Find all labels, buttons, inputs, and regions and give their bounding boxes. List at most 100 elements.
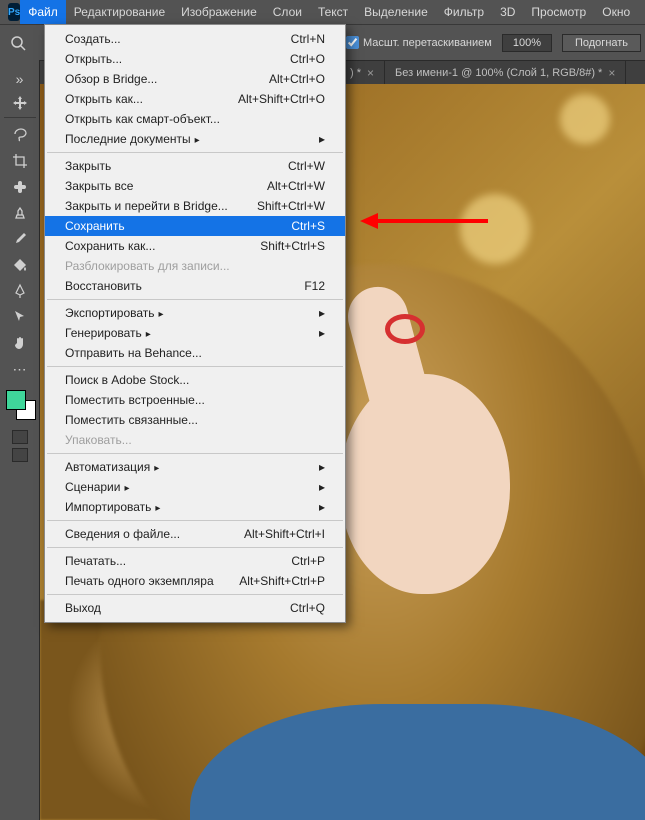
menu-item-label: Открыть как смарт-объект... bbox=[65, 112, 220, 126]
menu-item-label: Экспортировать bbox=[65, 306, 164, 320]
menu-item[interactable]: Генерировать ▸ bbox=[45, 323, 345, 343]
color-swatches[interactable] bbox=[4, 390, 36, 422]
zoom-value[interactable]: 100% bbox=[502, 34, 552, 52]
path-selection-tool[interactable] bbox=[4, 304, 36, 330]
chevron-right-icon: ▸ bbox=[319, 132, 325, 146]
menu-item-label: Печатать... bbox=[65, 554, 126, 568]
hand-tool[interactable] bbox=[4, 330, 36, 356]
annotation-arrow bbox=[360, 210, 490, 237]
menu-item[interactable]: Печатать...Ctrl+P bbox=[45, 551, 345, 571]
clone-stamp-tool[interactable] bbox=[4, 200, 36, 226]
foreground-color-swatch[interactable] bbox=[6, 390, 26, 410]
menu-item[interactable]: Печать одного экземпляра Alt+Shift+Ctrl+P bbox=[45, 571, 345, 591]
menu-item-label: Печать одного экземпляра bbox=[65, 574, 214, 588]
menu-separator bbox=[47, 366, 343, 367]
brush-tool[interactable] bbox=[4, 226, 36, 252]
menu-item[interactable]: Создать...Ctrl+N bbox=[45, 29, 345, 49]
doc-tab-1[interactable]: ) * × bbox=[340, 61, 385, 85]
menu-item-shortcut: Shift+Ctrl+S bbox=[260, 239, 325, 253]
doc-tab-2[interactable]: Без имени-1 @ 100% (Слой 1, RGB/8#) * × bbox=[385, 61, 626, 85]
crop-tool[interactable] bbox=[4, 148, 36, 174]
menu-edit[interactable]: Редактирование bbox=[66, 0, 173, 24]
menu-3d[interactable]: 3D bbox=[492, 0, 523, 24]
menu-item-label: Разблокировать для записи... bbox=[65, 259, 230, 273]
menu-item[interactable]: Последние документы ▸ bbox=[45, 129, 345, 149]
menu-item[interactable]: Экспортировать ▸ bbox=[45, 303, 345, 323]
menu-select[interactable]: Выделение bbox=[356, 0, 436, 24]
menu-item-shortcut: Alt+Ctrl+W bbox=[267, 179, 325, 193]
chevron-right-icon: ▸ bbox=[319, 306, 325, 320]
menu-item[interactable]: Открыть как смарт-объект... bbox=[45, 109, 345, 129]
more-tools-icon[interactable]: ⋯ bbox=[4, 356, 36, 382]
close-icon[interactable]: × bbox=[367, 61, 374, 85]
scrubby-zoom-checkbox[interactable]: Масшт. перетаскиванием bbox=[346, 36, 492, 49]
menu-item[interactable]: Сценарии▸ bbox=[45, 477, 345, 497]
app-icon: Ps bbox=[8, 3, 20, 21]
menu-file[interactable]: Файл bbox=[20, 0, 66, 24]
menu-item[interactable]: Открыть как... Alt+Shift+Ctrl+O bbox=[45, 89, 345, 109]
menu-item[interactable]: Поместить связанные... bbox=[45, 410, 345, 430]
menu-layer[interactable]: Слои bbox=[265, 0, 310, 24]
menu-view[interactable]: Просмотр bbox=[523, 0, 594, 24]
menu-item-shortcut: Ctrl+Q bbox=[290, 601, 325, 615]
menu-item-shortcut: Alt+Shift+Ctrl+O bbox=[238, 92, 325, 106]
collapse-icon[interactable]: » bbox=[4, 66, 36, 92]
menu-image[interactable]: Изображение bbox=[173, 0, 265, 24]
pen-tool[interactable] bbox=[4, 278, 36, 304]
menu-type[interactable]: Текст bbox=[310, 0, 356, 24]
doc-tab-2-label: Без имени-1 @ 100% (Слой 1, RGB/8#) * bbox=[395, 61, 602, 85]
screenmode-toggle[interactable] bbox=[12, 448, 28, 462]
menu-item-shortcut: Ctrl+S bbox=[291, 219, 325, 233]
scrubby-zoom-label: Масшт. перетаскиванием bbox=[363, 37, 492, 49]
close-icon[interactable]: × bbox=[608, 61, 615, 85]
fit-screen-button[interactable]: Подогнать bbox=[562, 34, 641, 52]
menu-item-shortcut: Alt+Shift+Ctrl+I bbox=[244, 527, 325, 541]
menu-item-label: Отправить на Behance... bbox=[65, 346, 202, 360]
menu-item-label: Создать... bbox=[65, 32, 121, 46]
menu-item[interactable]: Закрыть и перейти в Bridge...Shift+Ctrl+… bbox=[45, 196, 345, 216]
menu-item[interactable]: Сохранить как...Shift+Ctrl+S bbox=[45, 236, 345, 256]
menu-item[interactable]: Сведения о файле... Alt+Shift+Ctrl+I bbox=[45, 524, 345, 544]
paint-bucket-tool[interactable] bbox=[4, 252, 36, 278]
menu-item[interactable]: ВосстановитьF12 bbox=[45, 276, 345, 296]
scrubby-zoom-input[interactable] bbox=[346, 36, 359, 49]
menu-item-label: Обзор в Bridge... bbox=[65, 72, 157, 86]
menu-item-label: Поместить связанные... bbox=[65, 413, 198, 427]
search-icon[interactable] bbox=[10, 35, 26, 51]
menu-item-label: Открыть... bbox=[65, 52, 122, 66]
menu-item[interactable]: Поместить встроенные... bbox=[45, 390, 345, 410]
healing-brush-tool[interactable] bbox=[4, 174, 36, 200]
menu-separator bbox=[47, 152, 343, 153]
move-tool[interactable] bbox=[4, 92, 36, 118]
menu-item-label: Последние документы bbox=[65, 132, 200, 146]
menu-item-shortcut: Alt+Shift+Ctrl+P bbox=[239, 574, 325, 588]
menu-item-label: Поместить встроенные... bbox=[65, 393, 205, 407]
menu-help[interactable]: С bbox=[638, 0, 645, 24]
menu-item[interactable]: Поиск в Adobe Stock... bbox=[45, 370, 345, 390]
doc-tab-1-label: ) * bbox=[350, 61, 361, 85]
menu-item-label: Импортировать bbox=[65, 500, 160, 514]
menu-item[interactable]: Открыть...Ctrl+O bbox=[45, 49, 345, 69]
menu-item-label: Открыть как... bbox=[65, 92, 143, 106]
menu-item-label: Закрыть все bbox=[65, 179, 133, 193]
menu-item[interactable]: Импортировать▸ bbox=[45, 497, 345, 517]
chevron-right-icon: ▸ bbox=[319, 460, 325, 474]
menu-filter[interactable]: Фильтр bbox=[436, 0, 492, 24]
menu-item[interactable]: Закрыть все Alt+Ctrl+W bbox=[45, 176, 345, 196]
menu-item-label: Сведения о файле... bbox=[65, 527, 180, 541]
menu-item[interactable]: Сохранить Ctrl+S bbox=[45, 216, 345, 236]
file-menu-dropdown: Создать...Ctrl+NОткрыть...Ctrl+OОбзор в … bbox=[44, 24, 346, 623]
quickmask-toggle[interactable] bbox=[12, 430, 28, 444]
lasso-tool[interactable] bbox=[4, 122, 36, 148]
menu-item[interactable]: Автоматизация ▸ bbox=[45, 457, 345, 477]
menu-item[interactable]: ЗакрытьCtrl+W bbox=[45, 156, 345, 176]
menu-item-label: Автоматизация bbox=[65, 460, 159, 474]
menu-item[interactable]: Отправить на Behance... bbox=[45, 343, 345, 363]
menu-item-label: Генерировать bbox=[65, 326, 151, 340]
menu-item[interactable]: Обзор в Bridge...Alt+Ctrl+O bbox=[45, 69, 345, 89]
chevron-right-icon: ▸ bbox=[319, 326, 325, 340]
menu-item[interactable]: Выход Ctrl+Q bbox=[45, 598, 345, 618]
menu-window[interactable]: Окно bbox=[594, 0, 638, 24]
menu-item-label: Сохранить bbox=[65, 219, 125, 233]
menu-item-label: Выход bbox=[65, 601, 101, 615]
